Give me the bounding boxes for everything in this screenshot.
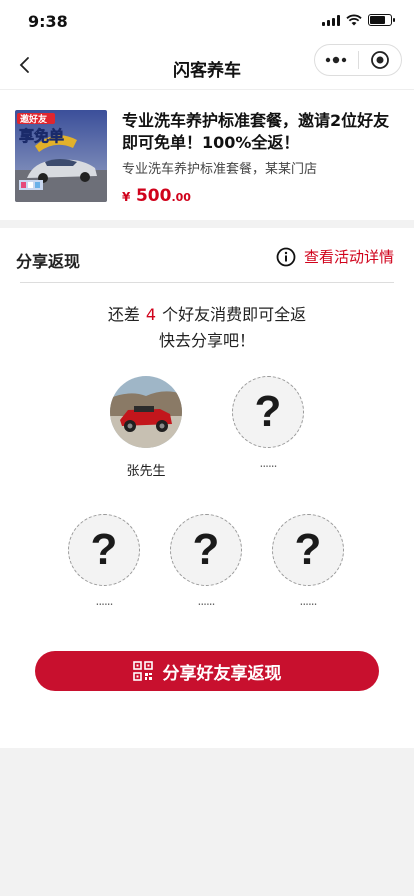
share-heading: 分享返现 bbox=[16, 252, 81, 271]
message-prefix: 还差 bbox=[107, 305, 140, 324]
friend-name: 张先生 bbox=[126, 464, 166, 479]
share-panel: 分享返现 查看活动详情 还差 4 个好友消费即可全返 快去分享吧！ 张先生 ? … bbox=[0, 228, 414, 748]
activity-detail-link[interactable]: 查看活动详情 bbox=[276, 246, 394, 267]
friend-slot: ? ...... bbox=[68, 514, 140, 608]
friend-name: ...... bbox=[197, 594, 216, 608]
status-time: 9:38 bbox=[28, 12, 68, 31]
friend-placeholder: ? bbox=[170, 514, 242, 586]
status-bar: 9:38 bbox=[0, 0, 414, 44]
share-button[interactable]: 分享好友享返现 bbox=[35, 651, 379, 691]
friend-slot: 张先生 bbox=[110, 376, 182, 479]
price-decimal: .00 bbox=[171, 191, 191, 204]
friend-placeholder: ? bbox=[232, 376, 304, 448]
friend-name: ...... bbox=[259, 456, 278, 470]
info-icon bbox=[276, 247, 296, 266]
avatar bbox=[110, 376, 182, 448]
price-currency: ¥ bbox=[122, 190, 131, 204]
product-title: 专业洗车养护标准套餐，邀请2位好友即可免单！100%全返！ bbox=[122, 111, 390, 152]
friend-slot: ? ...... bbox=[272, 514, 344, 608]
nav-bar: 闪客养车 bbox=[0, 44, 414, 90]
qr-code-icon bbox=[132, 661, 153, 681]
friend-placeholder: ? bbox=[68, 514, 140, 586]
message-line2: 快去分享吧！ bbox=[158, 331, 255, 350]
close-target-icon bbox=[370, 51, 389, 69]
close-button[interactable] bbox=[359, 45, 402, 75]
product-price: ¥ 500.00 bbox=[122, 186, 191, 206]
status-icons bbox=[322, 14, 395, 26]
question-icon: ? bbox=[254, 387, 282, 436]
share-message: 还差 4 个好友消费即可全返 快去分享吧！ bbox=[0, 302, 414, 354]
question-icon: ? bbox=[192, 525, 220, 574]
divider bbox=[20, 282, 394, 283]
svg-text:享免单: 享免单 bbox=[19, 127, 64, 145]
remaining-count: 4 bbox=[145, 305, 157, 324]
question-icon: ? bbox=[90, 525, 118, 574]
signal-icon bbox=[322, 14, 340, 26]
activity-detail-label: 查看活动详情 bbox=[303, 248, 394, 266]
more-button[interactable] bbox=[315, 45, 358, 75]
battery-icon bbox=[368, 14, 395, 26]
friend-slot: ? ...... bbox=[232, 376, 304, 470]
product-thumbnail: 邀好友 享免单 bbox=[15, 110, 107, 202]
share-header: 分享返现 查看活动详情 bbox=[0, 228, 414, 284]
message-suffix: 个好友消费即可全返 bbox=[162, 305, 307, 324]
friend-name: ...... bbox=[95, 594, 114, 608]
friend-placeholder: ? bbox=[272, 514, 344, 586]
product-subtitle: 专业洗车养护标准套餐，某某门店 bbox=[122, 162, 318, 177]
share-button-label: 分享好友享返现 bbox=[162, 663, 282, 684]
friend-name: ...... bbox=[299, 594, 318, 608]
more-icon bbox=[326, 56, 347, 64]
product-card[interactable]: 邀好友 享免单 专业洗车养护标准套餐，邀请2位好友即可免单！100%全返！ 专业… bbox=[0, 90, 414, 220]
question-icon: ? bbox=[294, 525, 322, 574]
price-integer: 500 bbox=[135, 186, 172, 206]
friend-slot: ? ...... bbox=[170, 514, 242, 608]
mini-program-capsule bbox=[314, 44, 402, 76]
wifi-icon bbox=[346, 14, 362, 26]
svg-text:邀好友: 邀好友 bbox=[20, 113, 47, 125]
